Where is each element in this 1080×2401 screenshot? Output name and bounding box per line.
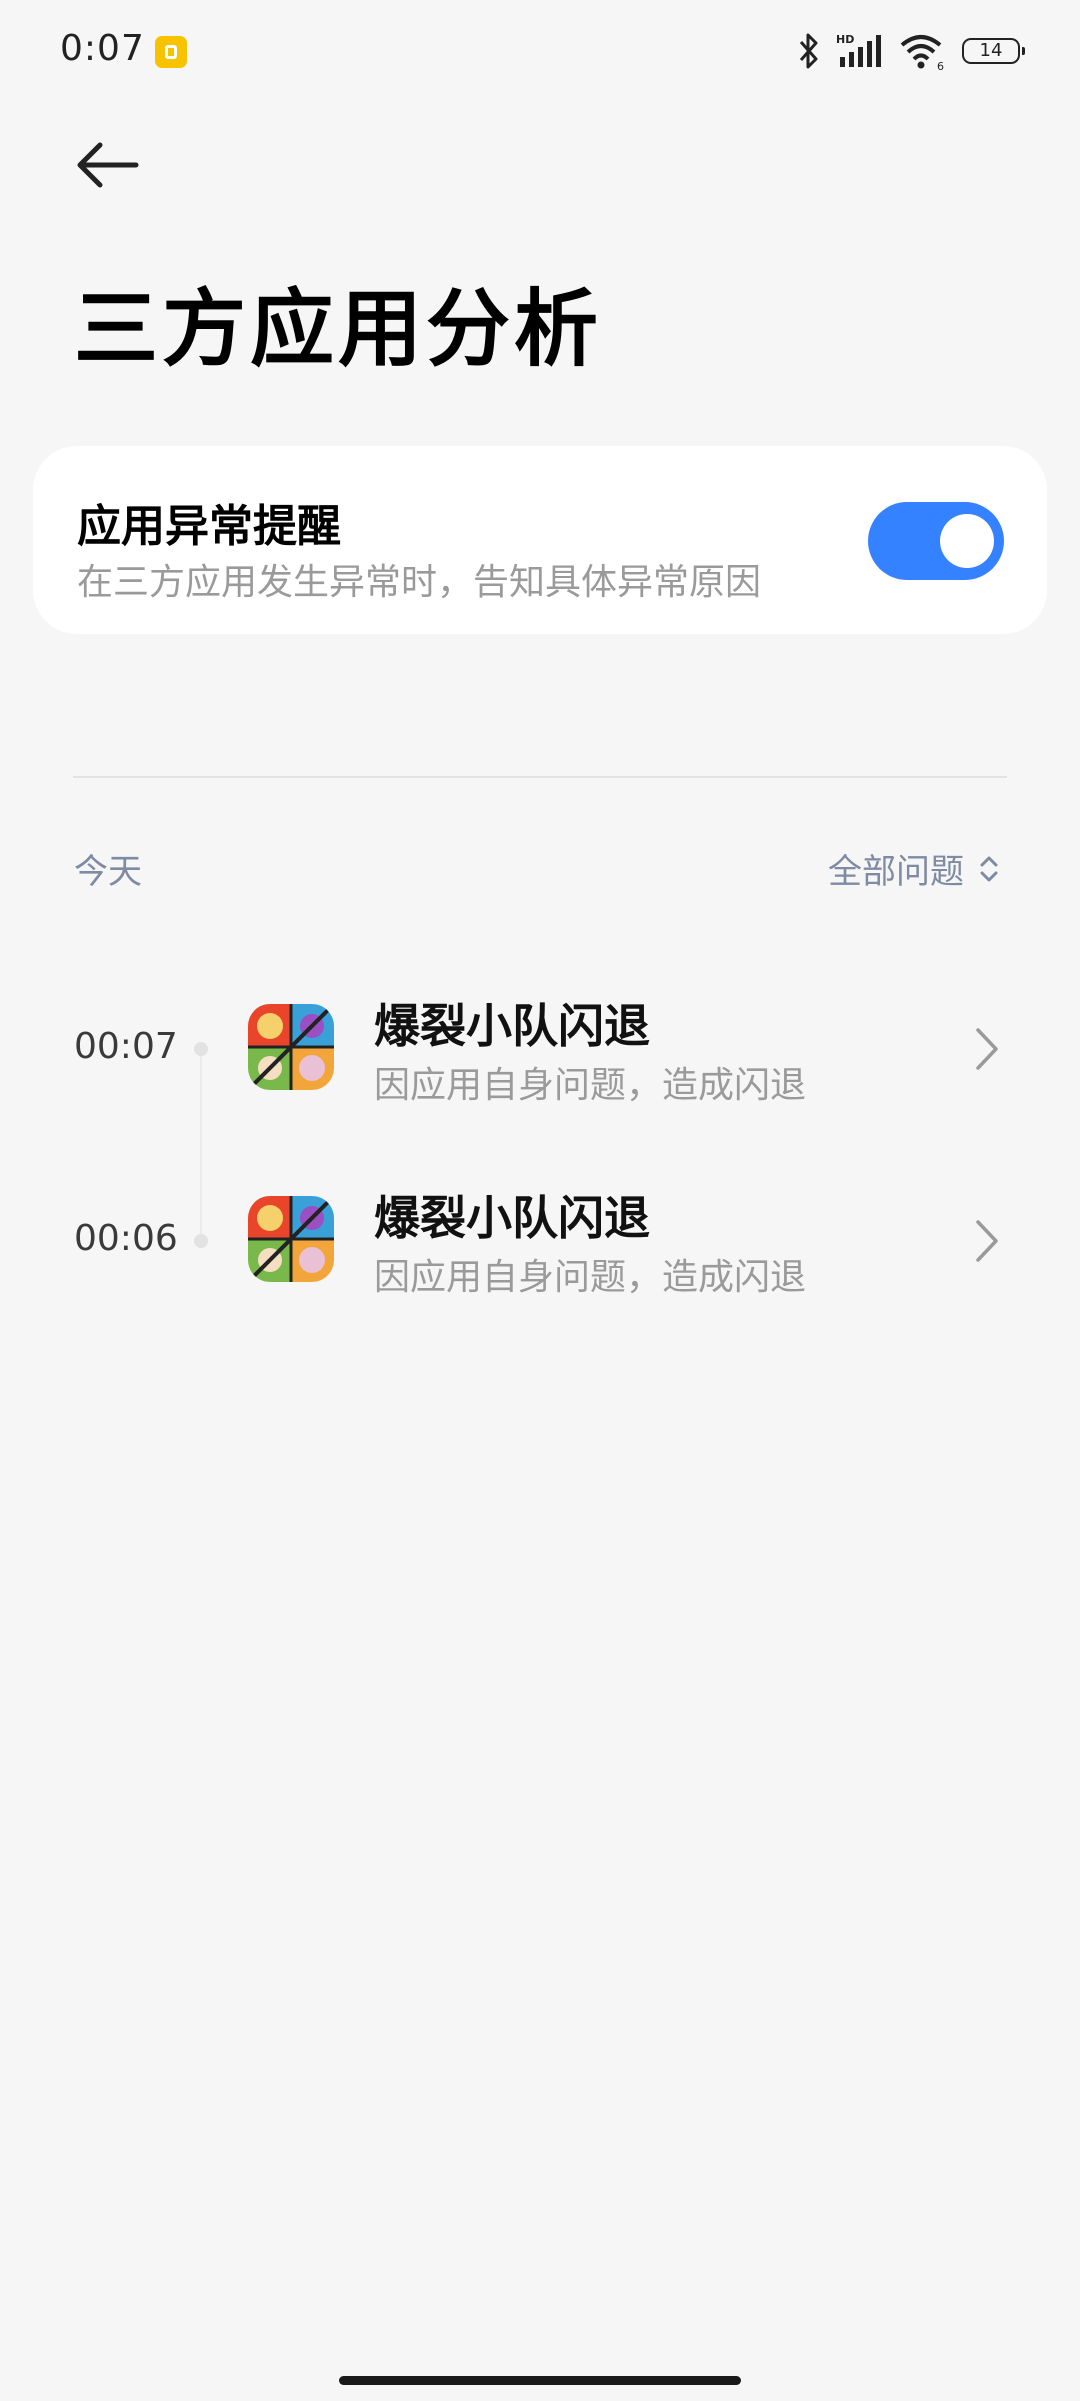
divider (73, 776, 1007, 778)
timeline-dot (194, 1234, 208, 1248)
battery-icon: 14 (962, 38, 1025, 64)
alert-setting-title: 应用异常提醒 (77, 501, 341, 552)
filter-dropdown[interactable]: 全部问题 (828, 844, 1000, 893)
wifi-icon: 6 (900, 35, 944, 71)
bluetooth-icon (799, 33, 818, 69)
sort-chevrons-icon (980, 856, 998, 881)
entry-title: 爆裂小队闪退 (374, 999, 650, 1053)
back-arrow-icon (77, 142, 139, 188)
status-icons: HD 6 14 (798, 30, 1025, 72)
page-title: 三方应用分析 (74, 280, 603, 378)
entry-time: 00:07 (74, 1026, 178, 1067)
chevron-right-icon (976, 1220, 998, 1262)
alert-setting-card: 应用异常提醒 在三方应用发生异常时，告知具体异常原因 (33, 446, 1047, 634)
svg-text:HD: HD (836, 33, 854, 46)
app-icon (248, 1004, 334, 1090)
hd-signal-icon: HD (836, 33, 881, 67)
alert-setting-subtitle: 在三方应用发生异常时，告知具体异常原因 (77, 562, 762, 603)
home-indicator[interactable] (339, 2376, 741, 2385)
list-item[interactable]: 00:07 爆裂小队闪退 因应用自身问题，造成闪退 (0, 990, 1080, 1110)
timeline-dot (194, 1042, 208, 1056)
status-time: 0:07 (60, 28, 145, 69)
svg-text:6: 6 (937, 60, 944, 71)
list-item[interactable]: 00:06 爆裂小队闪退 因应用自身问题，造成闪退 (0, 1182, 1080, 1302)
entry-description: 因应用自身问题，造成闪退 (374, 1257, 807, 1298)
status-bar: 0:07 HD 6 14 (0, 0, 1080, 100)
entry-title: 爆裂小队闪退 (374, 1191, 650, 1245)
app-icon (248, 1196, 334, 1282)
battery-level: 14 (979, 40, 1003, 61)
section-date-label: 今天 (74, 852, 142, 892)
back-button[interactable] (70, 135, 150, 195)
alert-toggle[interactable] (868, 502, 1004, 580)
chevron-right-icon (976, 1028, 998, 1070)
toggle-knob (940, 514, 994, 568)
entry-time: 00:06 (74, 1218, 178, 1259)
filter-label: 全部问题 (828, 852, 964, 892)
app-notification-icon (155, 36, 187, 68)
entry-description: 因应用自身问题，造成闪退 (374, 1065, 807, 1106)
